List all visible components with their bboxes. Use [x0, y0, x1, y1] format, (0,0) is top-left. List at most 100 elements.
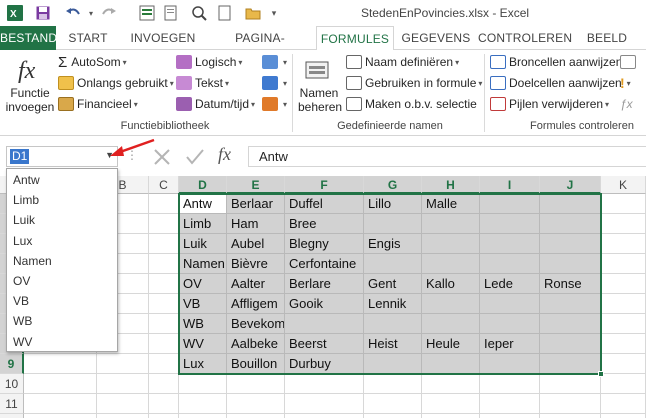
row-header-10[interactable]: 10	[0, 374, 24, 394]
column-header-f[interactable]: F	[285, 176, 364, 194]
column-header-j[interactable]: J	[540, 176, 601, 194]
cell-h1[interactable]: Malle	[422, 194, 480, 214]
cell-j12[interactable]	[540, 414, 601, 418]
cell-j7[interactable]	[540, 314, 601, 334]
name-manager-icon[interactable]	[302, 58, 332, 84]
cell-h10[interactable]	[422, 374, 480, 394]
cell-h12[interactable]	[422, 414, 480, 418]
redo-icon[interactable]	[100, 4, 118, 22]
dropdown-item-luik[interactable]: Luik	[7, 210, 117, 230]
print-preview-icon[interactable]	[162, 4, 180, 22]
cell-j4[interactable]	[540, 254, 601, 274]
tab-gegevens[interactable]: GEGEVENS	[398, 26, 474, 50]
cell-h5[interactable]: Kallo	[422, 274, 480, 294]
cell-g1[interactable]: Lillo	[364, 194, 422, 214]
tab-controleren[interactable]: CONTROLEREN	[478, 26, 572, 50]
cell-c3[interactable]	[149, 234, 179, 254]
cell-k4[interactable]	[601, 254, 646, 274]
tab-pagina-indeling[interactable]: PAGINA-INDELING	[206, 26, 314, 69]
logical-button[interactable]: Logisch ▾	[176, 53, 242, 71]
cell-b11[interactable]	[97, 394, 149, 414]
cell-i11[interactable]	[480, 394, 540, 414]
cell-i6[interactable]	[480, 294, 540, 314]
recently-used-button[interactable]: Onlangs gebruikt ▾	[58, 74, 174, 92]
row-header-12[interactable]: 12	[0, 414, 24, 418]
cell-i10[interactable]	[480, 374, 540, 394]
insert-function-button[interactable]: Functie invoegen	[2, 86, 58, 114]
tab-bestand[interactable]: BESTAND	[0, 26, 57, 50]
cell-i7[interactable]	[480, 314, 540, 334]
cell-j9[interactable]	[540, 354, 601, 374]
cell-k1[interactable]	[601, 194, 646, 214]
cell-h6[interactable]	[422, 294, 480, 314]
dropdown-item-wv[interactable]: WV	[7, 332, 117, 352]
cell-e2[interactable]: Ham	[227, 214, 285, 234]
formula-input[interactable]: Antw	[248, 146, 646, 167]
cell-k12[interactable]	[601, 414, 646, 418]
autosum-button[interactable]: Σ AutoSom ▾	[58, 53, 127, 71]
column-header-e[interactable]: E	[227, 176, 285, 194]
cell-b12[interactable]	[97, 414, 149, 418]
cell-e6[interactable]: Affligem	[227, 294, 285, 314]
cell-i12[interactable]	[480, 414, 540, 418]
cell-d11[interactable]	[179, 394, 227, 414]
cell-c5[interactable]	[149, 274, 179, 294]
cell-i2[interactable]	[480, 214, 540, 234]
cell-a11[interactable]	[24, 394, 97, 414]
cell-i8[interactable]: Ieper	[480, 334, 540, 354]
cell-c1[interactable]	[149, 194, 179, 214]
cell-j5[interactable]: Ronse	[540, 274, 601, 294]
cell-g4[interactable]	[364, 254, 422, 274]
fx-icon[interactable]: fx	[14, 56, 48, 84]
cell-f11[interactable]	[285, 394, 364, 414]
cell-e8[interactable]: Aalbeke	[227, 334, 285, 354]
trace-dependents-button[interactable]: Doelcellen aanwijzen	[490, 74, 622, 92]
cell-d6[interactable]: VB	[179, 294, 227, 314]
cell-i5[interactable]: Lede	[480, 274, 540, 294]
more-functions-button[interactable]: ▾	[262, 95, 287, 113]
cell-d7[interactable]: WB	[179, 314, 227, 334]
row-header-9[interactable]: 9	[0, 354, 24, 374]
cell-f2[interactable]: Bree	[285, 214, 364, 234]
cell-d1[interactable]: Antw	[179, 194, 227, 214]
cell-j3[interactable]	[540, 234, 601, 254]
dropdown-item-ov[interactable]: OV	[7, 271, 117, 291]
show-formulas-button[interactable]	[620, 53, 639, 71]
lookup-button[interactable]: ▾	[262, 53, 287, 71]
cell-f12[interactable]	[285, 414, 364, 418]
cell-g11[interactable]	[364, 394, 422, 414]
cell-j2[interactable]	[540, 214, 601, 234]
cell-g10[interactable]	[364, 374, 422, 394]
cell-d2[interactable]: Limb	[179, 214, 227, 234]
cell-g7[interactable]	[364, 314, 422, 334]
save-icon[interactable]	[34, 4, 52, 22]
cell-d4[interactable]: Namen	[179, 254, 227, 274]
cell-c4[interactable]	[149, 254, 179, 274]
cell-e9[interactable]: Bouillon	[227, 354, 285, 374]
cell-f4[interactable]: Cerfontaine	[285, 254, 364, 274]
dropdown-item-vb[interactable]: VB	[7, 291, 117, 311]
cell-h2[interactable]	[422, 214, 480, 234]
cell-j8[interactable]	[540, 334, 601, 354]
undo-dropdown-icon[interactable]: ▾	[86, 4, 96, 22]
cell-j10[interactable]	[540, 374, 601, 394]
cell-c8[interactable]	[149, 334, 179, 354]
cell-g6[interactable]: Lennik	[364, 294, 422, 314]
cell-h11[interactable]	[422, 394, 480, 414]
evaluate-formula-button[interactable]: ƒx	[620, 95, 633, 113]
dropdown-item-wb[interactable]: WB	[7, 311, 117, 331]
row-header-11[interactable]: 11	[0, 394, 24, 414]
column-header-d[interactable]: D	[179, 176, 227, 194]
cell-h8[interactable]: Heule	[422, 334, 480, 354]
find-icon[interactable]	[190, 4, 208, 22]
cell-i3[interactable]	[480, 234, 540, 254]
customize-qat-icon[interactable]: ▾	[268, 4, 280, 22]
tab-formules[interactable]: FORMULES	[316, 26, 394, 51]
column-header-i[interactable]: I	[480, 176, 540, 194]
cell-g2[interactable]	[364, 214, 422, 234]
cell-d5[interactable]: OV	[179, 274, 227, 294]
cell-f1[interactable]: Duffel	[285, 194, 364, 214]
cell-f3[interactable]: Blegny	[285, 234, 364, 254]
form-icon[interactable]	[138, 4, 156, 22]
cell-d9[interactable]: Lux	[179, 354, 227, 374]
